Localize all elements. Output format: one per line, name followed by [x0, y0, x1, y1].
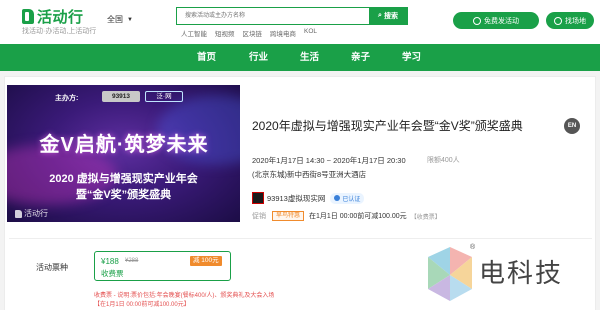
promotion-row: 促销 早鸟特惠 在1月1日 00:00前可减100.00元 【收费票】: [252, 211, 441, 221]
logo-icon: [22, 9, 34, 24]
ticket-option[interactable]: ¥188 ¥288 收费票 减 100元: [94, 251, 231, 281]
site-logo[interactable]: 活动行: [22, 6, 84, 27]
banner-host-label: 主办方:: [55, 95, 79, 102]
host-logo-93913: 93913: [102, 91, 140, 102]
brand-watermark-text: 电科技: [479, 258, 564, 288]
hot-tags: 人工智能 短视频 区块链 跨境电商 KOL: [181, 28, 317, 38]
banner-headline: 金V启航·筑梦未来: [39, 134, 209, 156]
ticket-note: 收费票 - 说明:票价包括:年会晚宴(餐标400/人)、颁奖典礼及大会入场: [94, 293, 275, 299]
organizer[interactable]: 93913虚拟现实网 已认证: [252, 192, 365, 204]
hot-tag[interactable]: KOL: [304, 28, 317, 38]
promotion-text: 在1月1日 00:00前可减100.00元: [309, 213, 407, 220]
registered-mark: ®: [470, 244, 476, 251]
publish-event-button[interactable]: 免费发活动: [453, 12, 539, 29]
chevron-down-icon: ▼: [127, 16, 133, 23]
ticket-note-discount: 【在1月1日 00:00前可减100.00元】: [94, 302, 190, 308]
city-label: 全国: [107, 15, 123, 24]
banner-subtitle-2: 暨“金V奖”颁奖盛典: [75, 189, 172, 201]
banner-watermark: 活动行: [15, 208, 48, 219]
event-address[interactable]: (北京东城)新中西街8号亚洲大酒店: [252, 169, 366, 180]
event-banner[interactable]: 主办方: 93913 泛·网 金V启航·筑梦未来 2020 虚拟与增强现实产业年…: [7, 85, 240, 222]
ticket-original-price: ¥288: [125, 258, 139, 264]
hot-tag[interactable]: 短视频: [215, 28, 235, 38]
nav-item-life[interactable]: 生活: [300, 44, 319, 71]
search-button-label: 搜索: [383, 13, 398, 20]
ticket-section-label: 活动票种: [36, 263, 68, 272]
plus-circle-icon: [473, 16, 481, 25]
hot-tag[interactable]: 人工智能: [181, 28, 207, 38]
search-icon: ⌕: [378, 12, 382, 19]
verified-badge: 已认证: [330, 192, 365, 204]
promotion-tag: 早鸟特惠: [272, 211, 305, 221]
logo-text: 活动行: [37, 9, 84, 26]
site-header: 活动行 找活动·办活动,上活动行 全国 ▼ ⌕ 搜索 人工智能 短视频 区块链 …: [0, 0, 600, 44]
divider: [9, 238, 592, 239]
logo-icon: [15, 209, 22, 218]
ticket-price: ¥188: [101, 257, 119, 266]
verified-icon: [334, 195, 341, 201]
hot-tag[interactable]: 区块链: [243, 28, 263, 38]
search-bar: ⌕ 搜索: [176, 7, 408, 25]
find-venue-label: 找场地: [565, 17, 586, 25]
nav-item-home[interactable]: 首页: [197, 44, 216, 71]
brand-watermark-icon: [428, 247, 472, 301]
nav-item-industry[interactable]: 行业: [249, 44, 268, 71]
ticket-discount-badge: 减 100元: [190, 256, 222, 266]
promotion-ticket-type: 【收费票】: [410, 214, 441, 221]
ticket-name: 收费票: [101, 269, 124, 278]
site-tagline: 找活动·办活动,上活动行: [22, 28, 97, 35]
organizer-name: 93913虚拟现实网: [267, 193, 326, 203]
main-nav: 首页 行业 生活 亲子 学习: [0, 44, 600, 71]
event-time: 2020年1月17日 14:30 ~ 2020年1月17日 20:30: [252, 156, 406, 165]
event-limit: 限额400人: [427, 157, 460, 164]
search-button[interactable]: ⌕ 搜索: [369, 8, 407, 24]
organizer-logo: [252, 192, 264, 204]
event-title: 2020年虚拟与增强现实产业年会暨“金V奖”颁奖盛典: [252, 119, 523, 133]
host-logo-secondary: 泛·网: [145, 91, 183, 102]
publish-event-label: 免费发活动: [484, 17, 519, 25]
brand-watermark: ® 电科技: [424, 244, 594, 303]
banner-subtitle-1: 2020 虚拟与增强现实产业年会: [49, 173, 198, 185]
nav-item-family[interactable]: 亲子: [351, 44, 370, 71]
nav-item-learning[interactable]: 学习: [402, 44, 421, 71]
hot-tag[interactable]: 跨境电商: [270, 28, 296, 38]
verified-label: 已认证: [342, 196, 361, 203]
promotion-label: 促销: [252, 213, 266, 220]
find-venue-button[interactable]: 找场地: [546, 12, 594, 29]
city-selector[interactable]: 全国 ▼: [107, 14, 133, 25]
banner-watermark-text: 活动行: [24, 209, 48, 218]
language-toggle[interactable]: EN: [564, 118, 580, 134]
search-input[interactable]: [177, 8, 369, 24]
location-icon: [554, 16, 562, 25]
